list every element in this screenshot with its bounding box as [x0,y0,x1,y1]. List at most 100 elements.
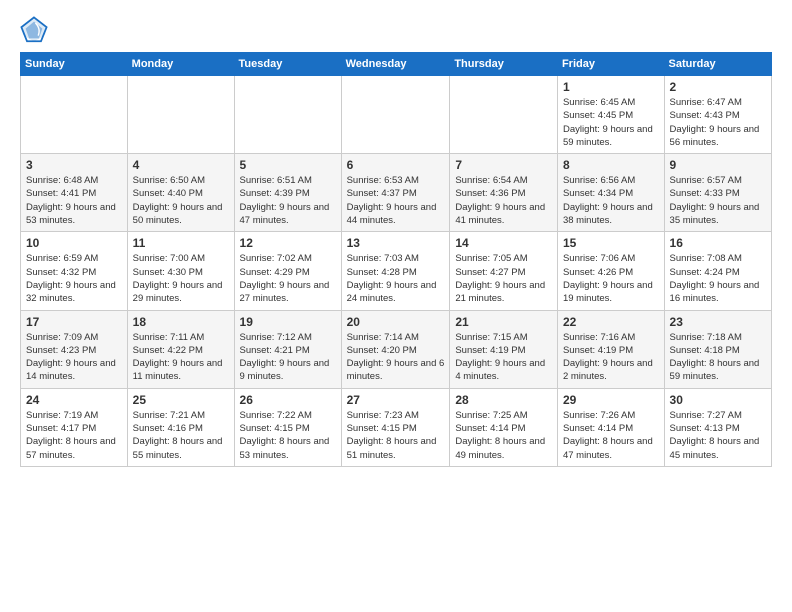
day-number: 24 [26,393,122,407]
calendar-cell: 13Sunrise: 7:03 AM Sunset: 4:28 PM Dayli… [341,232,450,310]
day-info: Sunrise: 7:06 AM Sunset: 4:26 PM Dayligh… [563,252,659,305]
day-number: 22 [563,315,659,329]
calendar-cell: 25Sunrise: 7:21 AM Sunset: 4:16 PM Dayli… [127,388,234,466]
day-info: Sunrise: 7:22 AM Sunset: 4:15 PM Dayligh… [240,409,336,462]
day-number: 11 [133,236,229,250]
weekday-header-wednesday: Wednesday [341,53,450,76]
calendar-cell [127,76,234,154]
day-number: 20 [347,315,445,329]
calendar-cell: 12 Sunrise: 7:02 AM Sunset: 4:29 PM Dayli… [234,232,341,310]
day-number: 30 [670,393,766,407]
day-info: Sunrise: 6:53 AM Sunset: 4:37 PM Dayligh… [347,174,445,227]
calendar-row-1: 3Sunrise: 6:48 AM Sunset: 4:41 PM Daylig… [21,154,772,232]
day-number: 19 [240,315,336,329]
calendar-cell: 30Sunrise: 7:27 AM Sunset: 4:13 PM Dayli… [664,388,771,466]
calendar-cell: 24 Sunrise: 7:19 AM Sunset: 4:17 PM Dayli… [21,388,128,466]
calendar-cell: 17 Sunrise: 7:09 AM Sunset: 4:23 PM Dayli… [21,310,128,388]
calendar-cell: 23Sunrise: 7:18 AM Sunset: 4:18 PM Dayli… [664,310,771,388]
weekday-header-sunday: Sunday [21,53,128,76]
day-number: 2 [670,80,766,94]
weekday-header-row: SundayMondayTuesdayWednesdayThursdayFrid… [21,53,772,76]
day-info: Sunrise: 6:51 AM Sunset: 4:39 PM Dayligh… [240,174,336,227]
day-info: Sunrise: 6:54 AM Sunset: 4:36 PM Dayligh… [455,174,552,227]
day-number: 13 [347,236,445,250]
day-number: 10 [26,236,122,250]
page: SundayMondayTuesdayWednesdayThursdayFrid… [0,0,792,612]
day-info: Sunrise: 6:50 AM Sunset: 4:40 PM Dayligh… [133,174,229,227]
day-info: Sunrise: 7:14 AM Sunset: 4:20 PM Dayligh… [347,331,445,384]
day-info: Sunrise: 7:12 AM Sunset: 4:21 PM Dayligh… [240,331,336,384]
calendar-row-3: 17 Sunrise: 7:09 AM Sunset: 4:23 PM Dayli… [21,310,772,388]
day-number: 1 [563,80,659,94]
day-number: 4 [133,158,229,172]
calendar-cell: 3Sunrise: 6:48 AM Sunset: 4:41 PM Daylig… [21,154,128,232]
day-number: 27 [347,393,445,407]
logo [20,16,52,44]
day-info: Sunrise: 7:15 AM Sunset: 4:19 PM Dayligh… [455,331,552,384]
day-number: 3 [26,158,122,172]
day-number: 8 [563,158,659,172]
calendar-cell [21,76,128,154]
calendar-cell: 16Sunrise: 7:08 AM Sunset: 4:24 PM Dayli… [664,232,771,310]
day-info: Sunrise: 7:05 AM Sunset: 4:27 PM Dayligh… [455,252,552,305]
day-info: Sunrise: 7:11 AM Sunset: 4:22 PM Dayligh… [133,331,229,384]
calendar-cell: 4 Sunrise: 6:50 AM Sunset: 4:40 PM Daylig… [127,154,234,232]
calendar-cell: 7Sunrise: 6:54 AM Sunset: 4:36 PM Daylig… [450,154,558,232]
day-info: Sunrise: 7:25 AM Sunset: 4:14 PM Dayligh… [455,409,552,462]
day-info: Sunrise: 6:56 AM Sunset: 4:34 PM Dayligh… [563,174,659,227]
calendar-cell [341,76,450,154]
calendar-cell: 18 Sunrise: 7:11 AM Sunset: 4:22 PM Dayli… [127,310,234,388]
day-info: Sunrise: 7:21 AM Sunset: 4:16 PM Dayligh… [133,409,229,462]
calendar-cell: 20 Sunrise: 7:14 AM Sunset: 4:20 PM Dayli… [341,310,450,388]
calendar-cell: 26 Sunrise: 7:22 AM Sunset: 4:15 PM Dayli… [234,388,341,466]
calendar-cell: 19 Sunrise: 7:12 AM Sunset: 4:21 PM Dayli… [234,310,341,388]
calendar: SundayMondayTuesdayWednesdayThursdayFrid… [20,52,772,467]
calendar-cell: 10 Sunrise: 6:59 AM Sunset: 4:32 PM Dayli… [21,232,128,310]
day-info: Sunrise: 7:09 AM Sunset: 4:23 PM Dayligh… [26,331,122,384]
calendar-cell: 28 Sunrise: 7:25 AM Sunset: 4:14 PM Dayli… [450,388,558,466]
calendar-cell: 27 Sunrise: 7:23 AM Sunset: 4:15 PM Dayli… [341,388,450,466]
day-info: Sunrise: 7:23 AM Sunset: 4:15 PM Dayligh… [347,409,445,462]
day-number: 6 [347,158,445,172]
calendar-cell: 15 Sunrise: 7:06 AM Sunset: 4:26 PM Dayli… [557,232,664,310]
day-info: Sunrise: 7:02 AM Sunset: 4:29 PM Dayligh… [240,252,336,305]
day-info: Sunrise: 7:19 AM Sunset: 4:17 PM Dayligh… [26,409,122,462]
day-info: Sunrise: 7:18 AM Sunset: 4:18 PM Dayligh… [670,331,766,384]
weekday-header-tuesday: Tuesday [234,53,341,76]
day-info: Sunrise: 6:47 AM Sunset: 4:43 PM Dayligh… [670,96,766,149]
day-info: Sunrise: 7:26 AM Sunset: 4:14 PM Dayligh… [563,409,659,462]
day-number: 26 [240,393,336,407]
weekday-header-friday: Friday [557,53,664,76]
header [20,16,772,44]
calendar-cell: 6 Sunrise: 6:53 AM Sunset: 4:37 PM Daylig… [341,154,450,232]
day-number: 29 [563,393,659,407]
calendar-cell: 9 Sunrise: 6:57 AM Sunset: 4:33 PM Daylig… [664,154,771,232]
calendar-cell: 5 Sunrise: 6:51 AM Sunset: 4:39 PM Daylig… [234,154,341,232]
calendar-cell [234,76,341,154]
weekday-header-monday: Monday [127,53,234,76]
day-number: 21 [455,315,552,329]
calendar-cell [450,76,558,154]
day-number: 14 [455,236,552,250]
calendar-cell: 14 Sunrise: 7:05 AM Sunset: 4:27 PM Dayli… [450,232,558,310]
day-number: 18 [133,315,229,329]
logo-icon [20,16,48,44]
day-number: 17 [26,315,122,329]
day-number: 15 [563,236,659,250]
calendar-cell: 29 Sunrise: 7:26 AM Sunset: 4:14 PM Dayli… [557,388,664,466]
day-info: Sunrise: 6:57 AM Sunset: 4:33 PM Dayligh… [670,174,766,227]
calendar-row-2: 10 Sunrise: 6:59 AM Sunset: 4:32 PM Dayli… [21,232,772,310]
day-number: 5 [240,158,336,172]
weekday-header-saturday: Saturday [664,53,771,76]
calendar-cell: 21 Sunrise: 7:15 AM Sunset: 4:19 PM Dayli… [450,310,558,388]
calendar-cell: 1 Sunrise: 6:45 AM Sunset: 4:45 PM Daylig… [557,76,664,154]
calendar-row-0: 1 Sunrise: 6:45 AM Sunset: 4:45 PM Daylig… [21,76,772,154]
weekday-header-thursday: Thursday [450,53,558,76]
calendar-cell: 8 Sunrise: 6:56 AM Sunset: 4:34 PM Daylig… [557,154,664,232]
day-info: Sunrise: 7:16 AM Sunset: 4:19 PM Dayligh… [563,331,659,384]
day-number: 9 [670,158,766,172]
day-info: Sunrise: 6:45 AM Sunset: 4:45 PM Dayligh… [563,96,659,149]
day-number: 12 [240,236,336,250]
day-number: 28 [455,393,552,407]
day-info: Sunrise: 6:59 AM Sunset: 4:32 PM Dayligh… [26,252,122,305]
